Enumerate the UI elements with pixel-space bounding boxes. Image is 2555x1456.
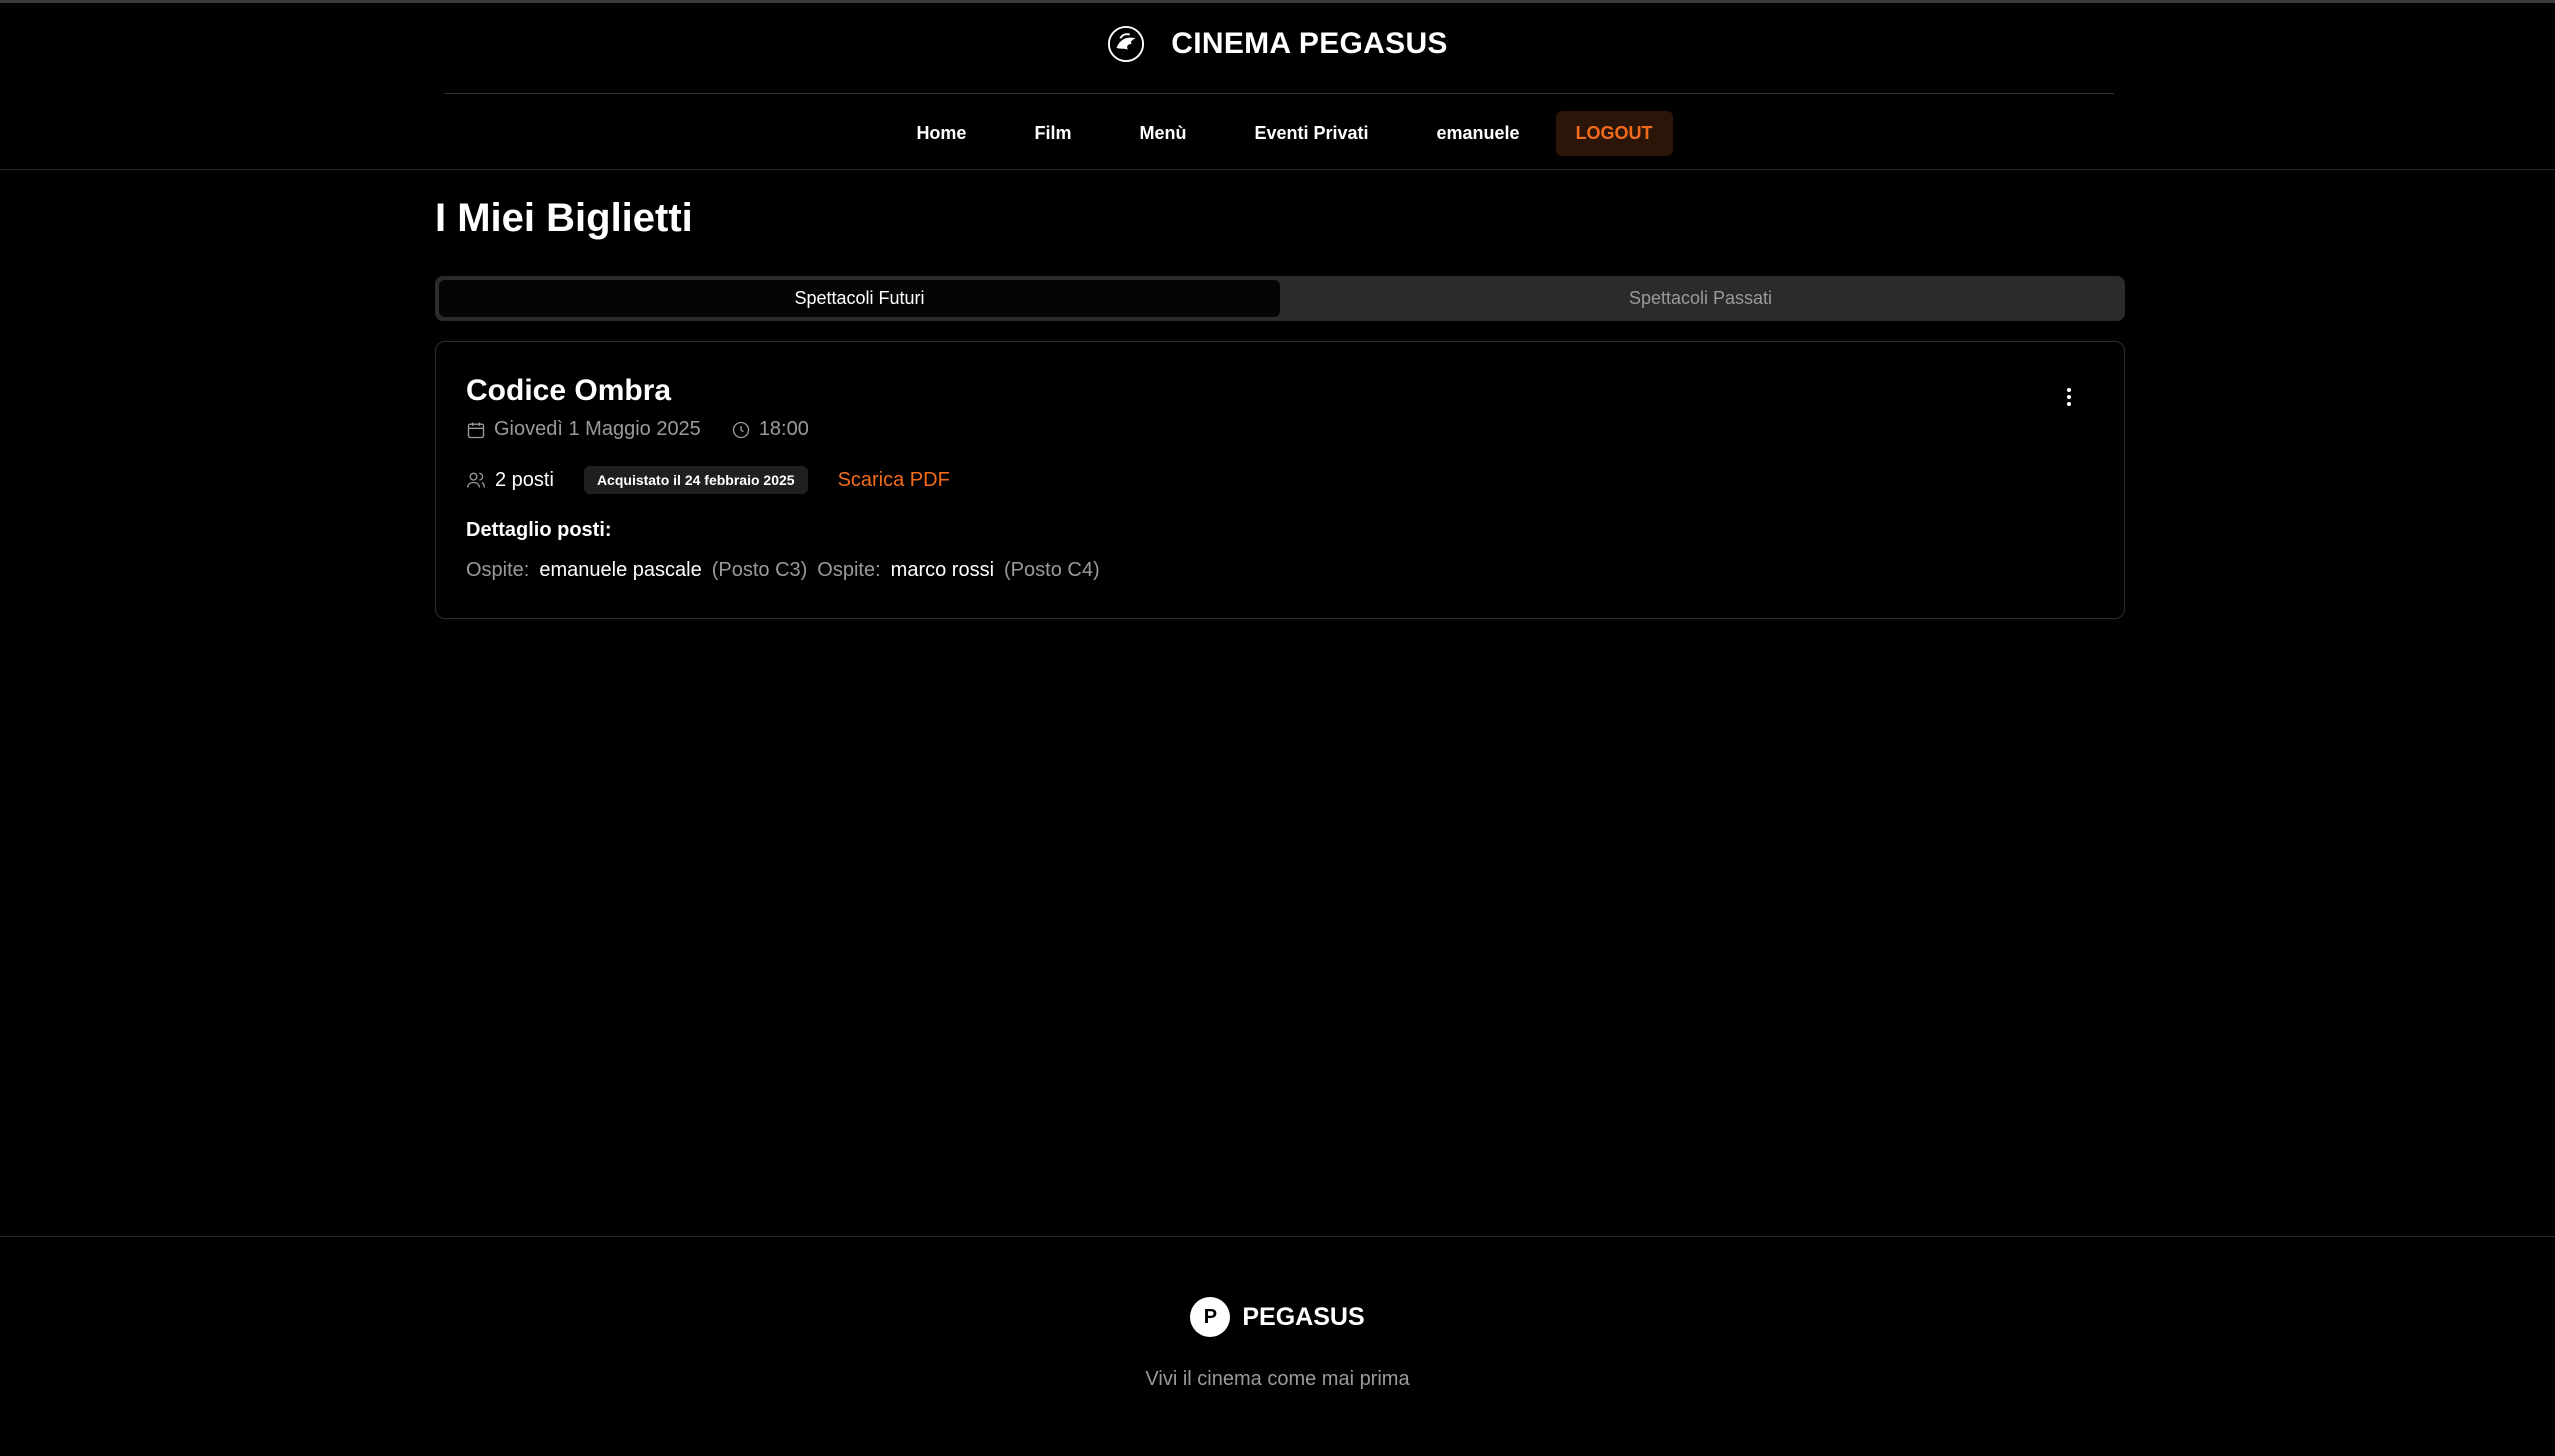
- nav-private-events[interactable]: Eventi Privati: [1220, 111, 1402, 156]
- purchase-badge: Acquistato il 24 febbraio 2025: [583, 466, 808, 494]
- nav-user[interactable]: emanuele: [1403, 111, 1554, 156]
- guest-seat: (Posto C3): [711, 559, 808, 581]
- guest-name: emanuele pascale: [539, 559, 702, 581]
- guest-name: marco rossi: [890, 559, 995, 581]
- tabs: Spettacoli Futuri Spettacoli Passati: [435, 276, 2125, 321]
- seat-detail-label: Dettaglio posti:: [466, 519, 612, 541]
- guest-seat: (Posto C4): [1004, 559, 1100, 581]
- nav-home[interactable]: Home: [882, 111, 1000, 156]
- ticket-card: Codice Ombra Giovedì 1 Maggio 2025 18:00…: [435, 341, 2125, 619]
- seats-count: 2 posti: [466, 469, 554, 492]
- nav-menu[interactable]: Menù: [1105, 111, 1220, 156]
- site-footer: P PEGASUS Vivi il cinema come mai prima: [0, 1236, 2555, 1456]
- site-header: CINEMA PEGASUS Home Film Menù Eventi Pri…: [0, 3, 2555, 170]
- calendar-icon: [467, 422, 485, 438]
- ticket-title: Codice Ombra: [466, 374, 672, 407]
- brand[interactable]: CINEMA PEGASUS: [0, 25, 2555, 63]
- footer-brand: P PEGASUS: [0, 1297, 2555, 1337]
- brand-title: CINEMA PEGASUS: [1171, 27, 1448, 60]
- ticket-date: Giovedì 1 Maggio 2025: [494, 418, 701, 440]
- tab-past-shows[interactable]: Spettacoli Passati: [1280, 280, 2121, 317]
- users-icon: [467, 472, 485, 488]
- guest-label: Ospite:: [466, 559, 530, 581]
- page-title: I Miei Biglietti: [435, 196, 693, 240]
- tab-upcoming-shows[interactable]: Spettacoli Futuri: [439, 280, 1280, 317]
- guest-item: Ospite: marco rossi (Posto C4): [817, 559, 1099, 582]
- guest-list: Ospite: emanuele pascale (Posto C3) Ospi…: [466, 559, 1100, 582]
- guest-label: Ospite:: [817, 559, 881, 581]
- header-divider: [444, 93, 2114, 94]
- main-nav: Home Film Menù Eventi Privati emanuele L…: [0, 111, 2555, 156]
- clock-icon: [732, 421, 749, 438]
- nav-film[interactable]: Film: [1000, 111, 1105, 156]
- ticket-time: 18:00: [758, 418, 809, 440]
- guest-item: Ospite: emanuele pascale (Posto C3): [466, 559, 807, 582]
- more-vertical-icon[interactable]: [2054, 382, 2084, 412]
- logout-button[interactable]: LOGOUT: [1555, 111, 1673, 156]
- ticket-schedule: Giovedì 1 Maggio 2025 18:00: [466, 418, 809, 441]
- footer-logo-icon: P: [1190, 1297, 1231, 1337]
- footer-name: PEGASUS: [1242, 1302, 1365, 1331]
- pegasus-logo-icon: [1108, 25, 1145, 63]
- footer-tagline: Vivi il cinema come mai prima: [1145, 1368, 1410, 1390]
- ticket-info: 2 posti Acquistato il 24 febbraio 2025 S…: [466, 466, 950, 494]
- download-pdf-link[interactable]: Scarica PDF: [838, 469, 950, 492]
- seats-label: 2 posti: [495, 468, 554, 491]
